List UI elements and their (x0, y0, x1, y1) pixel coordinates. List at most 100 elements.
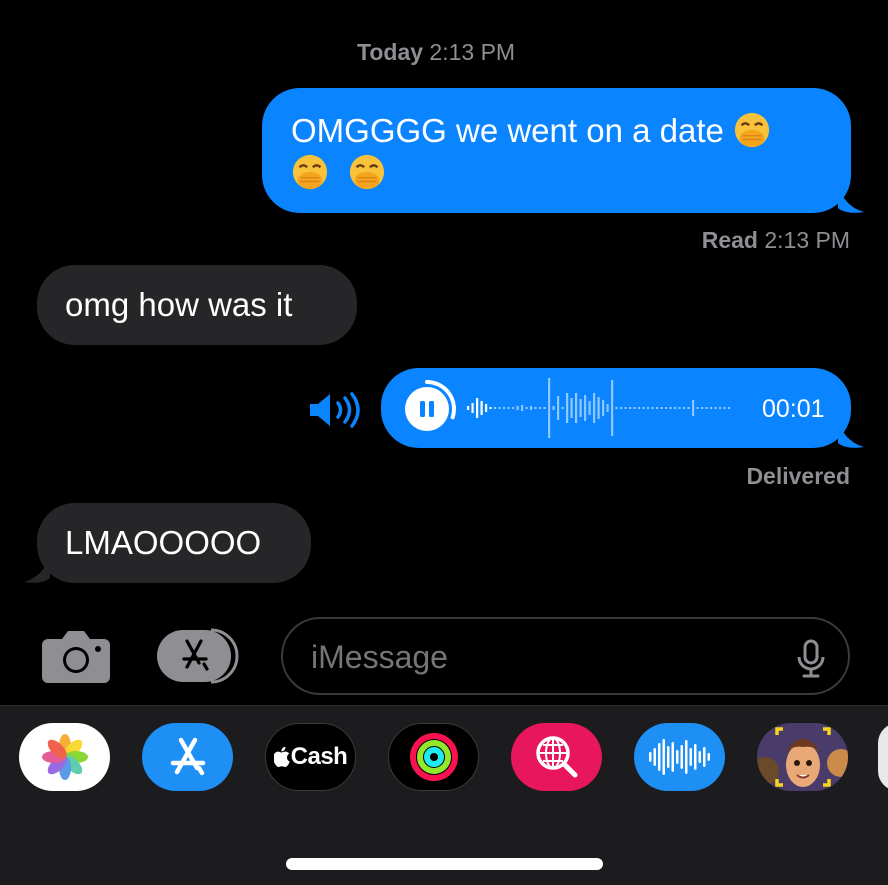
waveform-icon-bar (684, 740, 687, 774)
waveform-bar (651, 407, 654, 409)
read-receipt: Read 2:13 PM (702, 227, 850, 254)
hand-over-mouth-emoji (734, 113, 770, 148)
activity-rings-icon (409, 733, 458, 781)
waveform-bar (575, 393, 578, 423)
waveform-bar (566, 393, 569, 423)
waveform-bar (471, 403, 474, 413)
pause-button[interactable] (396, 375, 462, 441)
waveform-bar (543, 407, 546, 409)
hand-over-mouth-emoji (350, 155, 385, 190)
waveform-bar (588, 401, 591, 415)
message-text: omg how was it (65, 286, 293, 323)
waveform-bar (615, 407, 618, 409)
conversation-timestamp: Today 2:13 PM (357, 39, 515, 66)
waveform-bar (620, 407, 623, 409)
waveform-icon-bar (671, 742, 674, 772)
apple-logo-icon (273, 747, 290, 767)
waveform-icon-bar (666, 746, 669, 768)
waveform-icon-bar (707, 753, 710, 761)
waveform-bar (530, 406, 533, 410)
waveform-bar (714, 407, 717, 409)
photos-icon (41, 734, 88, 780)
waveform-icon-bar (675, 750, 678, 764)
timestamp-time: 2:13 PM (429, 39, 516, 65)
home-indicator[interactable] (286, 858, 603, 870)
waveform-bar (678, 407, 681, 409)
memoji-app[interactable] (757, 723, 848, 791)
waveform-bar (521, 405, 524, 411)
waveform-icon-bar (698, 751, 701, 763)
sent-message-bubble[interactable]: OMGGGG we went on a date (262, 88, 851, 213)
waveform-bar (498, 407, 501, 409)
apple-cash-app[interactable]: Cash (265, 723, 356, 791)
waveform-bar (647, 407, 650, 409)
waveform-bar (606, 404, 609, 412)
timestamp-day: Today (357, 39, 424, 65)
waveform-bar (579, 399, 582, 417)
waveform-bar (674, 407, 677, 409)
waveform-bar (507, 407, 510, 409)
waveform-bar (624, 407, 627, 409)
activity-app[interactable] (388, 723, 479, 791)
audio-message-app[interactable] (634, 723, 725, 791)
hand-over-mouth-emoji (292, 155, 328, 190)
waveform-icon-bar (689, 748, 692, 766)
received-message-bubble[interactable]: LMAOOOOO (37, 503, 311, 583)
waveform-bar (494, 407, 497, 409)
waveform-bar (557, 396, 560, 420)
received-message-bubble[interactable]: omg how was it (37, 265, 357, 345)
waveform-bar (638, 407, 641, 409)
waveform-bar (723, 407, 726, 409)
waveform-bar (692, 400, 695, 416)
waveform-bar (660, 407, 663, 409)
app-store-icon (170, 737, 205, 776)
waveform-bar (539, 407, 542, 409)
camera-icon[interactable] (40, 627, 112, 685)
waveform-bar (561, 407, 564, 409)
image-search-app[interactable] (511, 723, 602, 791)
waveform-bar (642, 407, 645, 409)
waveform-bar (516, 406, 519, 410)
waveform-bar (476, 398, 479, 418)
waveform-icon-bar (657, 743, 660, 771)
waveform-bar (719, 407, 722, 409)
waveform-bar (597, 397, 600, 419)
waveform-icon-bar (653, 748, 656, 766)
delivered-status: Delivered (746, 463, 850, 489)
speaker-icon[interactable] (306, 390, 362, 430)
waveform-bar (611, 380, 614, 436)
next-app-partial[interactable] (878, 723, 888, 791)
photos-app[interactable] (19, 723, 110, 791)
imessage-input[interactable] (281, 617, 850, 695)
waveform-bar (687, 407, 690, 409)
waveform-icon-bar (693, 744, 696, 770)
waveform-bar (485, 404, 488, 412)
waveform-bar (552, 406, 555, 410)
app-store-app[interactable] (142, 723, 233, 791)
waveform-bar (602, 400, 605, 416)
waveform-bar (629, 407, 632, 409)
microphone-icon[interactable] (795, 639, 827, 679)
memoji-icon (757, 723, 848, 791)
audio-waveform[interactable] (467, 368, 757, 448)
app-store-icon[interactable] (157, 627, 243, 685)
audio-message-bubble[interactable]: 00:01 (381, 368, 851, 448)
waveform-icon-bar (702, 747, 705, 767)
waveform-bar (534, 407, 537, 409)
message-field[interactable] (311, 639, 751, 676)
read-label: Read (701, 227, 758, 253)
waveform-bar (705, 407, 708, 409)
message-text: OMGGGG we went on a date (291, 112, 724, 149)
waveform-bar (467, 406, 470, 410)
waveform-bar (665, 407, 668, 409)
globe-search-icon (535, 736, 577, 778)
waveform-icon-bar (680, 745, 683, 769)
waveform-bar (480, 401, 483, 415)
waveform-bar (683, 407, 686, 409)
waveform-icon (648, 739, 710, 775)
message-text: LMAOOOOO (65, 524, 262, 561)
waveform-bar (669, 407, 672, 409)
waveform-bar (489, 407, 492, 409)
audio-duration: 00:01 (762, 395, 825, 423)
waveform-bar (512, 407, 515, 409)
